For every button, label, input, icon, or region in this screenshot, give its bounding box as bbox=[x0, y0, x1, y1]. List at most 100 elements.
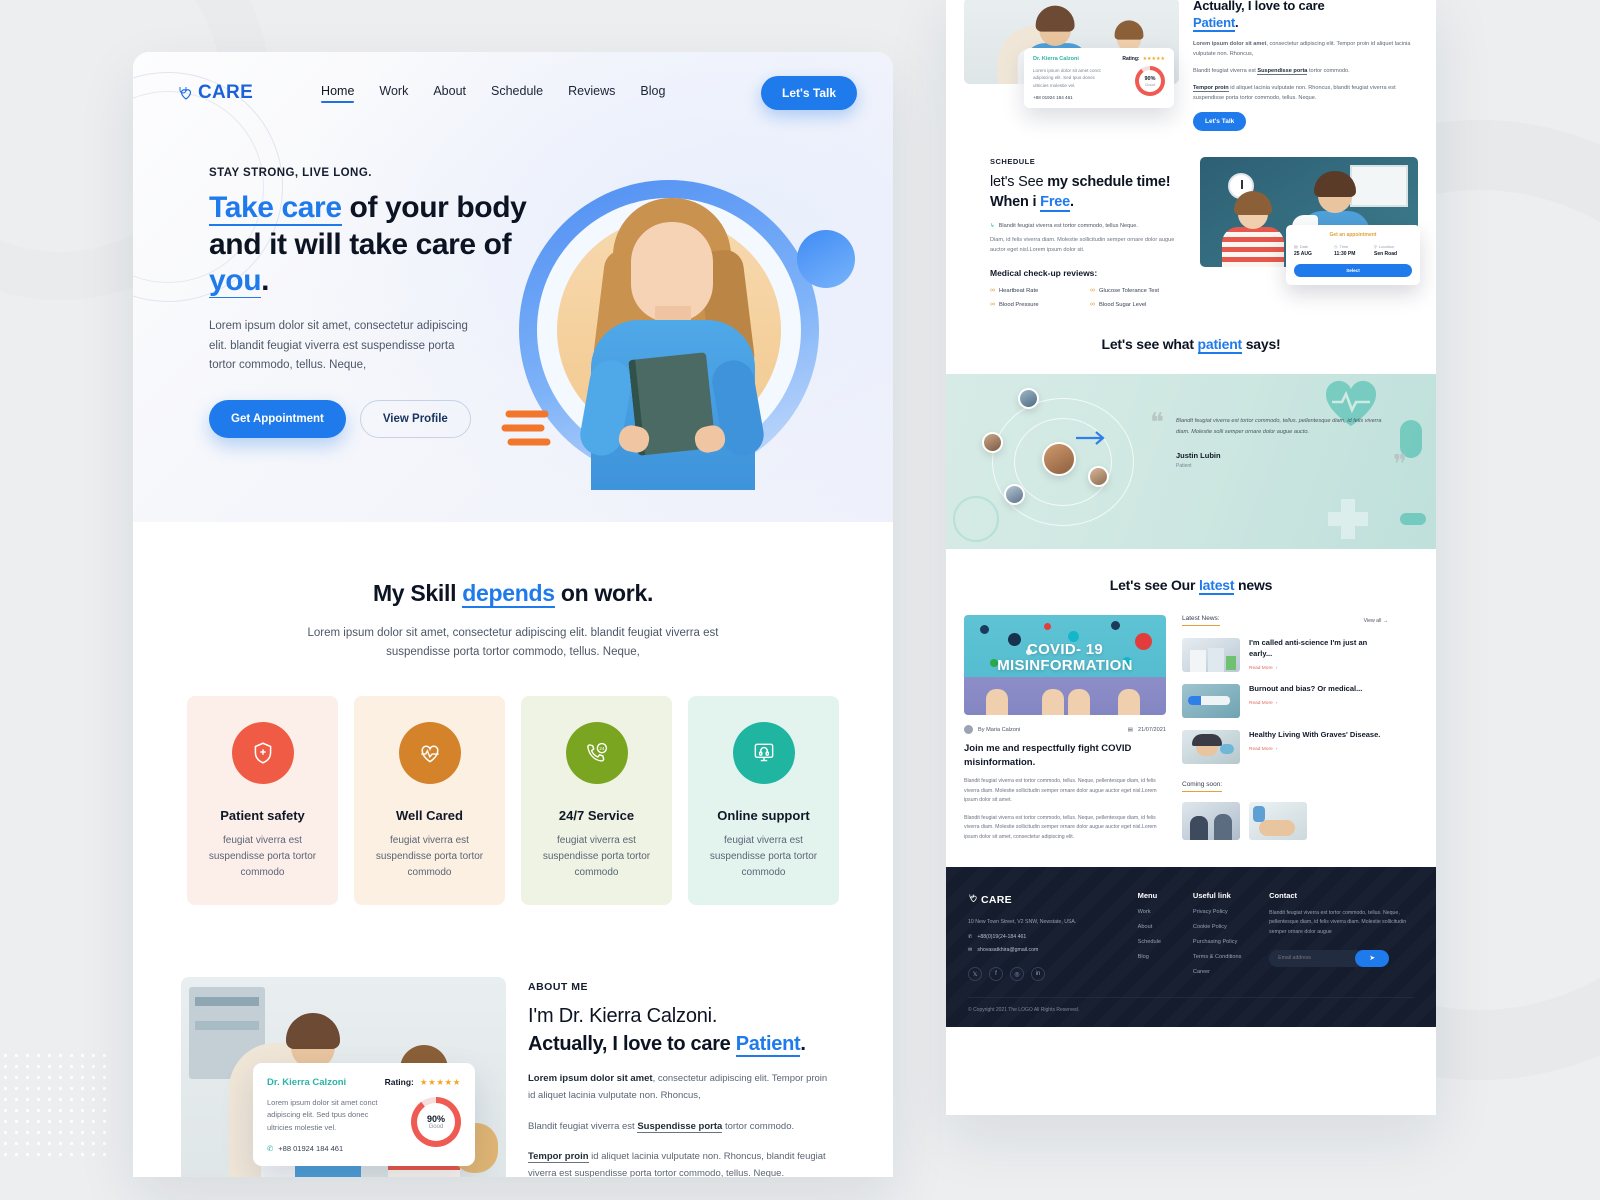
right-about-p3-link[interactable]: Tempor proin bbox=[1193, 84, 1229, 92]
hero-buttons: Get Appointment View Profile bbox=[209, 400, 539, 439]
quote-open-icon: ❝ bbox=[1150, 408, 1164, 438]
about-heading-line2: Actually, I love to care Patient. bbox=[528, 1031, 828, 1057]
footer-menu-item-work[interactable]: Work bbox=[1138, 909, 1193, 915]
twitter-icon[interactable]: 𝕏 bbox=[968, 967, 982, 982]
appointment-select-button[interactable]: Select bbox=[1294, 264, 1412, 278]
skill-card-well-cared[interactable]: Well Cared feugiat viverra est suspendis… bbox=[354, 695, 505, 905]
schedule-check-glucose-tolerance-test: ∞ Glucose Tolerance Test bbox=[1090, 287, 1182, 294]
footer-link-career[interactable]: Career bbox=[1193, 969, 1269, 975]
appointment-field-date[interactable]: ▤ Date 25 AUG bbox=[1294, 244, 1332, 257]
featured-article-p2: Blandit feugiat viverra est tortor commo… bbox=[964, 814, 1157, 841]
get-appointment-button[interactable]: Get Appointment bbox=[209, 400, 346, 439]
skills-cards: Patient safety feugiat viverra est suspe… bbox=[187, 695, 839, 905]
about-p2-post: tortor commodo. bbox=[722, 1120, 795, 1132]
about-p3-link[interactable]: Tempor proin bbox=[528, 1151, 589, 1164]
appointment-field-time[interactable]: ◷ Time 11:30 PM bbox=[1334, 244, 1372, 257]
view-all-link[interactable]: View all → bbox=[1364, 618, 1388, 624]
read-more-label: Read More bbox=[1249, 665, 1273, 671]
linkedin-icon[interactable]: in bbox=[1031, 967, 1045, 982]
right-doctor-rating-card: Dr. Kierra Calzoni Rating: ★★★★★ Lorem i… bbox=[1024, 48, 1174, 109]
featured-article-title[interactable]: Join me and respectfully fight COVID mis… bbox=[964, 742, 1166, 769]
check-link-icon: ∞ bbox=[1090, 301, 1095, 309]
about-paragraph-2: Blandit feugiat viverra est Suspendisse … bbox=[528, 1119, 828, 1136]
footer-link-privacy-policy[interactable]: Privacy Policy bbox=[1193, 909, 1269, 915]
footer-useful-title: Useful link bbox=[1192, 890, 1231, 900]
view-profile-button[interactable]: View Profile bbox=[359, 400, 471, 439]
heart-pulse-icon bbox=[398, 721, 461, 784]
right-doctor-card-text: Lorem ipsum dolor sit amet conct adipisc… bbox=[1033, 68, 1101, 88]
instagram-icon[interactable]: ◎ bbox=[1010, 967, 1024, 982]
right-about-p2-link[interactable]: Suspendisse porta bbox=[1257, 67, 1308, 75]
schedule-note: ↳ Blandit feugiat viverra est tortor com… bbox=[990, 223, 1182, 229]
skill-card-patient-safety[interactable]: Patient safety feugiat viverra est suspe… bbox=[187, 695, 338, 905]
lets-talk-button[interactable]: Let's Talk bbox=[761, 76, 857, 110]
right-gauge-label: Good bbox=[1145, 81, 1155, 87]
doctor-card-phone: ✆ +88 01924 184 461 bbox=[267, 1144, 385, 1153]
phone-24-icon: 24 bbox=[565, 721, 628, 784]
featured-date: ▤ 21/07/2021 bbox=[1128, 727, 1166, 733]
right-star-rating-icon: ★★★★★ bbox=[1142, 56, 1165, 62]
about-heading-period: . bbox=[800, 1032, 806, 1055]
footer-link-cookie-policy[interactable]: Cookie Policy bbox=[1193, 924, 1269, 930]
featured-article-image[interactable]: COVID- 19 MISINFORMATION bbox=[964, 615, 1166, 716]
doctor-card-rating-label: Rating: bbox=[384, 1077, 414, 1088]
skills-title: My Skill depends on work. bbox=[187, 580, 839, 608]
featured-date-text: 21/07/2021 bbox=[1138, 726, 1166, 733]
logo[interactable]: CARE bbox=[177, 82, 253, 104]
appointment-field-location[interactable]: ⚲ Location Sen Road bbox=[1374, 244, 1412, 257]
check-link-icon: ∞ bbox=[1090, 287, 1095, 295]
nav-link-reviews[interactable]: Reviews bbox=[568, 84, 615, 103]
footer-menu-item-schedule[interactable]: Schedule bbox=[1138, 939, 1193, 945]
footer-link-terms-conditions[interactable]: Terms & Conditions bbox=[1193, 954, 1269, 960]
coming-soon-label: Coming soon: bbox=[1182, 781, 1223, 793]
nav-link-home[interactable]: Home bbox=[321, 84, 355, 103]
news-list-item[interactable]: I'm called anti-science I'm just an earl… bbox=[1182, 638, 1388, 673]
read-more-link[interactable]: Read More › bbox=[1249, 747, 1380, 752]
hero-eyebrow: STAY STRONG, LIVE LONG. bbox=[209, 167, 372, 179]
coming-soon-thumbnail[interactable] bbox=[1182, 802, 1240, 841]
newsletter-form: ➤ bbox=[1269, 949, 1390, 967]
testimonial-section: ❝ ❞ Blandit feugiat viverra est tortor c… bbox=[946, 374, 1436, 550]
footer-email[interactable]: ✉ shovasatkhira@gmail.com bbox=[968, 947, 1138, 953]
footer-link-purchasing-policy[interactable]: Purchasing Policy bbox=[1193, 939, 1269, 945]
nav-links: Home Work About Schedule Reviews Blog bbox=[321, 84, 665, 103]
footer-logo[interactable]: CARE bbox=[968, 891, 1138, 909]
email-input[interactable] bbox=[1278, 955, 1351, 962]
read-more-link[interactable]: Read More › bbox=[1249, 701, 1362, 706]
skills-subtitle: Lorem ipsum dolor sit amet, consectetur … bbox=[307, 627, 719, 658]
right-lets-talk-button[interactable]: Let's Talk bbox=[1193, 112, 1247, 132]
gauge-label: Good bbox=[428, 1123, 444, 1130]
news-list-item[interactable]: Burnout and bias? Or medical... Read Mor… bbox=[1182, 684, 1388, 719]
doctor-card-phone-number: +88 01924 184 461 bbox=[278, 1144, 344, 1154]
schedule-paragraph: Diam, id felis viverra diam. Molestie so… bbox=[990, 237, 1175, 254]
footer-menu-item-about[interactable]: About bbox=[1138, 924, 1193, 930]
skills-title-highlight: depends bbox=[462, 580, 555, 608]
footer-contact-column: Contact Blandit feugiat viverra est tort… bbox=[1269, 891, 1414, 981]
skill-card-online-support[interactable]: Online support feugiat viverra est suspe… bbox=[688, 695, 839, 905]
footer-contact-title: Contact bbox=[1269, 890, 1298, 900]
footer-menu-title: Menu bbox=[1137, 890, 1158, 900]
read-more-link[interactable]: Read More › bbox=[1249, 666, 1388, 671]
testimonial-role: Patient bbox=[1176, 463, 1192, 470]
facebook-icon[interactable]: f bbox=[989, 967, 1003, 982]
right-about-p3: Tempor proin id aliquet lacinia vulputat… bbox=[1193, 83, 1418, 103]
news-list-item[interactable]: Healthy Living With Graves' Disease. Rea… bbox=[1182, 730, 1388, 765]
skill-card-24-7-service[interactable]: 24 24/7 Service feugiat viverra est susp… bbox=[521, 695, 672, 905]
right-rating-label: Rating: bbox=[1122, 56, 1140, 62]
right-about-p1-bold: Lorem ipsum dolor sit amet bbox=[1193, 40, 1267, 47]
arrow-icon bbox=[1076, 431, 1105, 446]
newsletter-send-button[interactable]: ➤ bbox=[1355, 949, 1390, 967]
footer-menu-item-blog[interactable]: Blog bbox=[1138, 954, 1193, 960]
nav-link-about[interactable]: About bbox=[433, 84, 466, 103]
hero-title-you: you bbox=[209, 264, 262, 299]
footer-phone[interactable]: ✆ +88(0)19(24-184 461 bbox=[968, 934, 1138, 940]
nav-link-schedule[interactable]: Schedule bbox=[491, 84, 543, 103]
featured-article-p1: Blandit feugiat viverra est tortor commo… bbox=[964, 777, 1157, 804]
pin-icon: ⚲ bbox=[1374, 244, 1377, 250]
coming-soon-thumbnail[interactable] bbox=[1249, 802, 1307, 841]
about-p2-link[interactable]: Suspendisse porta bbox=[637, 1120, 723, 1133]
nav-link-work[interactable]: Work bbox=[379, 84, 408, 103]
hero-title-highlight: Take care bbox=[209, 191, 342, 226]
skill-card-title: Patient safety bbox=[220, 807, 305, 823]
nav-link-blog[interactable]: Blog bbox=[640, 84, 665, 103]
